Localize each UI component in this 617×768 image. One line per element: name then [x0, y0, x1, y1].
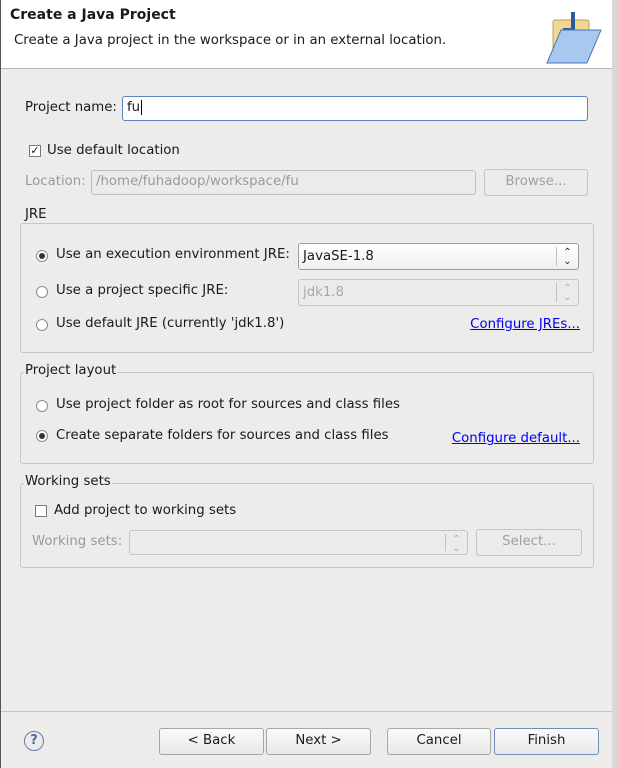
combo-arrows-icon: ⌃ ⌄: [445, 534, 467, 554]
project-specific-jre-radio[interactable]: [36, 286, 48, 298]
combo-arrows-icon: ⌃ ⌄: [556, 247, 578, 267]
project-name-input[interactable]: fu: [122, 96, 588, 121]
working-sets-label: Working sets:: [32, 534, 123, 549]
footer-divider: [1, 711, 612, 712]
jre-group-legend: JRE: [24, 207, 48, 222]
next-button[interactable]: Next >: [266, 728, 371, 755]
project-folder-root-radio[interactable]: [36, 400, 48, 412]
execution-env-jre-radio[interactable]: [36, 250, 48, 262]
cancel-button[interactable]: Cancel: [387, 728, 491, 755]
project-layout-group: [20, 372, 594, 464]
execution-env-combo[interactable]: JavaSE-1.8 ⌃ ⌄: [298, 243, 579, 270]
dialog-header: Create a Java Project Create a Java proj…: [1, 0, 612, 69]
working-sets-legend: Working sets: [24, 474, 112, 489]
default-jre-radio[interactable]: [36, 319, 48, 331]
use-default-location-label: Use default location: [47, 143, 180, 158]
working-sets-combo[interactable]: ⌃ ⌄: [129, 530, 468, 555]
use-default-location-checkbox[interactable]: ✓: [29, 145, 41, 157]
add-to-working-sets-label: Add project to working sets: [54, 503, 237, 518]
project-layout-legend: Project layout: [24, 363, 118, 378]
add-to-working-sets-checkbox[interactable]: [35, 505, 47, 517]
separate-folders-radio[interactable]: [36, 430, 48, 442]
execution-env-jre-label: Use an execution environment JRE:: [56, 247, 290, 262]
page-subtitle: Create a Java project in the workspace o…: [14, 33, 447, 48]
separate-folders-label: Create separate folders for sources and …: [56, 428, 389, 443]
new-java-project-dialog: Create a Java Project Create a Java proj…: [0, 0, 612, 768]
project-specific-jre-label: Use a project specific JRE:: [56, 283, 229, 298]
default-jre-label: Use default JRE (currently 'jdk1.8'): [56, 316, 285, 331]
select-working-sets-button[interactable]: Select...: [476, 529, 582, 556]
project-name-label: Project name:: [25, 100, 117, 115]
configure-jres-link[interactable]: Configure JREs...: [470, 317, 580, 332]
finish-button[interactable]: Finish: [494, 728, 599, 755]
configure-default-link[interactable]: Configure default...: [452, 431, 580, 446]
back-button[interactable]: < Back: [159, 728, 264, 755]
location-label: Location:: [25, 174, 86, 189]
location-input[interactable]: /home/fuhadoop/workspace/fu: [91, 170, 476, 195]
project-specific-jre-combo[interactable]: jdk1.8 ⌃ ⌄: [298, 279, 579, 306]
java-project-folder-icon: [546, 12, 602, 64]
combo-arrows-icon: ⌃ ⌄: [556, 283, 578, 303]
project-folder-root-label: Use project folder as root for sources a…: [56, 397, 400, 412]
browse-button[interactable]: Browse...: [484, 169, 588, 196]
help-icon[interactable]: ?: [24, 731, 44, 751]
page-title: Create a Java Project: [10, 7, 176, 23]
